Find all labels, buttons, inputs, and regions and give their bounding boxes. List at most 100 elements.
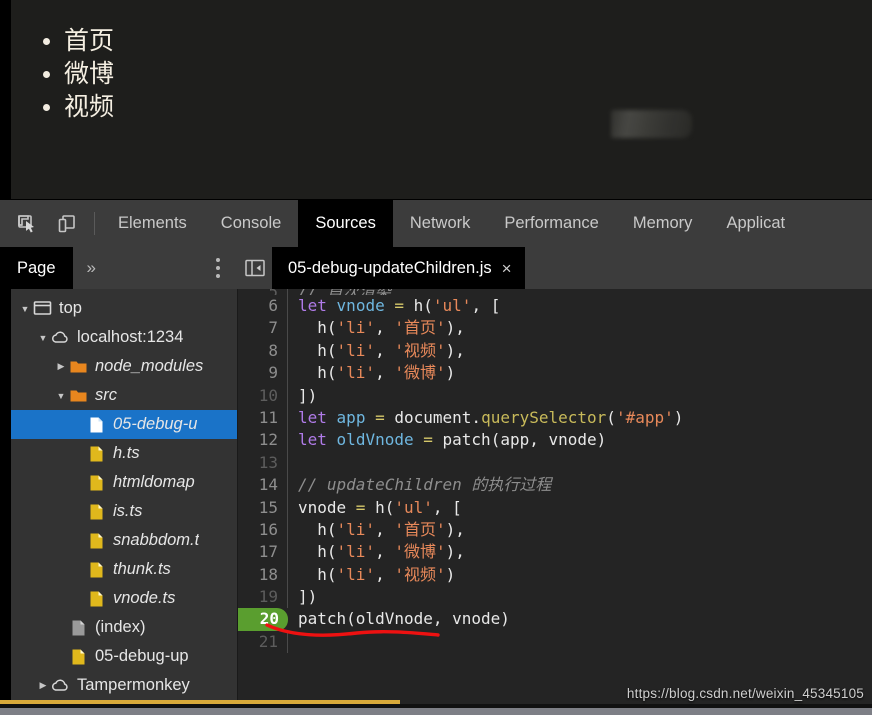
file-ts-icon <box>87 530 106 551</box>
device-toolbar-icon[interactable] <box>54 211 80 237</box>
devtools-tab-list: Elements Console Sources Network Perform… <box>101 200 802 247</box>
code-line[interactable]: 13 <box>238 451 872 475</box>
tab-network[interactable]: Network <box>393 200 488 247</box>
navigator-subheader: Page » <box>0 247 238 289</box>
tree-row-label: top <box>59 299 82 317</box>
line-number[interactable]: 20 <box>238 608 288 631</box>
tree-row-snabbdom-t[interactable]: snabbdom.t <box>11 526 237 555</box>
viewport-left-gutter <box>0 0 11 199</box>
chevron-down-icon[interactable]: ▼ <box>17 304 33 314</box>
line-number[interactable]: 14 <box>238 474 288 497</box>
tab-sources[interactable]: Sources <box>298 200 393 247</box>
code-line-text: patch(oldVnode, vnode) <box>298 609 510 629</box>
inspect-element-icon[interactable] <box>14 211 40 237</box>
line-number[interactable]: 6 <box>238 295 288 318</box>
file-tree[interactable]: ▼ top ▼ localhost:1234 ▶ node_modules ▼ src 05-… <box>11 289 237 715</box>
navigator-panel[interactable]: ▼ top ▼ localhost:1234 ▶ node_modules ▼ src 05-… <box>0 289 238 715</box>
file-js-selected-icon <box>87 414 106 435</box>
tree-row-index[interactable]: (index) <box>11 613 237 642</box>
browser-viewport: 首页 微博 视频 <box>0 0 872 199</box>
line-number[interactable]: 15 <box>238 496 288 519</box>
tree-row-label: vnode.ts <box>113 589 176 607</box>
line-number[interactable]: 13 <box>238 451 288 475</box>
tree-row-htmldomap[interactable]: htmldomap <box>11 468 237 497</box>
navigator-kebab-icon[interactable] <box>216 258 220 278</box>
code-line-text: h('li', '视频'), <box>298 340 465 360</box>
navigator-tab-page[interactable]: Page <box>0 247 73 289</box>
close-icon[interactable]: × <box>502 260 512 277</box>
code-line[interactable]: 12 let oldVnode = patch(app, vnode) <box>238 429 872 452</box>
tree-row-label: thunk.ts <box>113 560 171 578</box>
tree-row-label: 05-debug-up <box>95 647 189 665</box>
line-number[interactable]: 7 <box>238 317 288 340</box>
code-line[interactable]: 15 vnode = h('ul', [ <box>238 496 872 519</box>
tree-row-thunk-ts[interactable]: thunk.ts <box>11 555 237 584</box>
tree-row-05-debug-up[interactable]: 05-debug-up <box>11 642 237 671</box>
tree-row-label: h.ts <box>113 444 140 462</box>
code-line-text: h('li', '微博'), <box>298 542 465 562</box>
line-number[interactable]: 8 <box>238 339 288 363</box>
tab-performance[interactable]: Performance <box>487 200 615 247</box>
line-number[interactable]: 10 <box>238 384 288 407</box>
cloud-icon <box>51 327 70 348</box>
tree-row-tampermonkey[interactable]: ▶ Tampermonkey <box>11 671 237 700</box>
code-line-text: ]) <box>298 385 318 405</box>
line-number[interactable]: 9 <box>238 362 288 385</box>
line-number[interactable]: 16 <box>238 518 288 542</box>
code-line[interactable]: 16 h('li', '首页'), <box>238 518 872 542</box>
line-number[interactable]: 11 <box>238 406 288 430</box>
rendered-list: 首页 微博 视频 <box>40 24 114 123</box>
tree-row-label: node_modules <box>95 357 204 375</box>
line-number[interactable]: 18 <box>238 563 288 587</box>
file-ts-icon <box>87 588 106 609</box>
tree-row-05-debug-u[interactable]: 05-debug-u <box>11 410 237 439</box>
sources-subheader: Page » 05-debug-updateChildren.js × <box>0 247 872 289</box>
line-number[interactable]: 19 <box>238 586 288 609</box>
chevron-down-icon[interactable]: ▼ <box>53 391 69 401</box>
tree-row-node-modules[interactable]: ▶ node_modules <box>11 352 237 381</box>
tab-memory[interactable]: Memory <box>616 200 710 247</box>
tree-row-localhost-1234[interactable]: ▼ localhost:1234 <box>11 323 237 352</box>
tree-row-h-ts[interactable]: h.ts <box>11 439 237 468</box>
code-line[interactable]: 18 h('li', '视频') <box>238 563 872 587</box>
chevron-right-icon[interactable]: ▶ <box>53 361 69 372</box>
code-line[interactable]: 6 let vnode = h('ul', [ <box>238 295 872 318</box>
line-number[interactable]: 17 <box>238 541 288 564</box>
collapse-navigator-icon[interactable] <box>238 247 272 289</box>
tab-console[interactable]: Console <box>204 200 299 247</box>
line-number[interactable]: 12 <box>238 429 288 452</box>
code-line-text: let oldVnode = patch(app, vnode) <box>298 430 607 450</box>
code-content[interactable]: 5// 首次渲染6let vnode = h('ul', [7 h('li', … <box>238 289 872 654</box>
code-line[interactable]: 8 h('li', '视频'), <box>238 339 872 363</box>
code-line[interactable]: 10]) <box>238 384 872 407</box>
code-line-breakpoint[interactable]: 20 patch(oldVnode, vnode) <box>238 608 872 631</box>
file-ts-icon <box>87 443 106 464</box>
navigator-more-tabs-icon[interactable]: » <box>73 247 110 289</box>
code-line[interactable]: 17 h('li', '微博'), <box>238 541 872 564</box>
list-item: 微博 <box>40 57 114 90</box>
tree-row-vnode-ts[interactable]: vnode.ts <box>11 584 237 613</box>
list-item: 视频 <box>40 90 114 123</box>
code-line[interactable]: 7 h('li', '首页'), <box>238 317 872 340</box>
code-line[interactable]: 21 <box>238 630 872 654</box>
bottom-scrollbar-strip <box>0 708 872 715</box>
tab-elements[interactable]: Elements <box>101 200 204 247</box>
code-line[interactable]: 14 // updateChildren 的执行过程 <box>238 474 872 497</box>
code-line-text: h('li', '视频') <box>298 564 456 584</box>
line-number[interactable]: 21 <box>238 630 288 654</box>
chevron-down-icon[interactable]: ▼ <box>35 333 51 343</box>
tab-application[interactable]: Applicat <box>709 200 802 247</box>
tree-row-label: 05-debug-u <box>113 415 198 433</box>
code-line-text: vnode = h('ul', [ <box>298 497 462 517</box>
tree-row-src[interactable]: ▼ src <box>11 381 237 410</box>
tree-row-label: src <box>95 386 117 404</box>
tree-row-top[interactable]: ▼ top <box>11 294 237 323</box>
chevron-right-icon[interactable]: ▶ <box>35 680 51 691</box>
editor-file-tab[interactable]: 05-debug-updateChildren.js × <box>272 247 525 289</box>
tree-row-is-ts[interactable]: is.ts <box>11 497 237 526</box>
code-line[interactable]: 11 let app = document.querySelector('#app… <box>238 406 872 430</box>
code-editor[interactable]: 5// 首次渲染6let vnode = h('ul', [7 h('li', … <box>238 289 872 715</box>
code-line[interactable]: 9 h('li', '微博') <box>238 362 872 385</box>
code-line[interactable]: 19]) <box>238 586 872 609</box>
